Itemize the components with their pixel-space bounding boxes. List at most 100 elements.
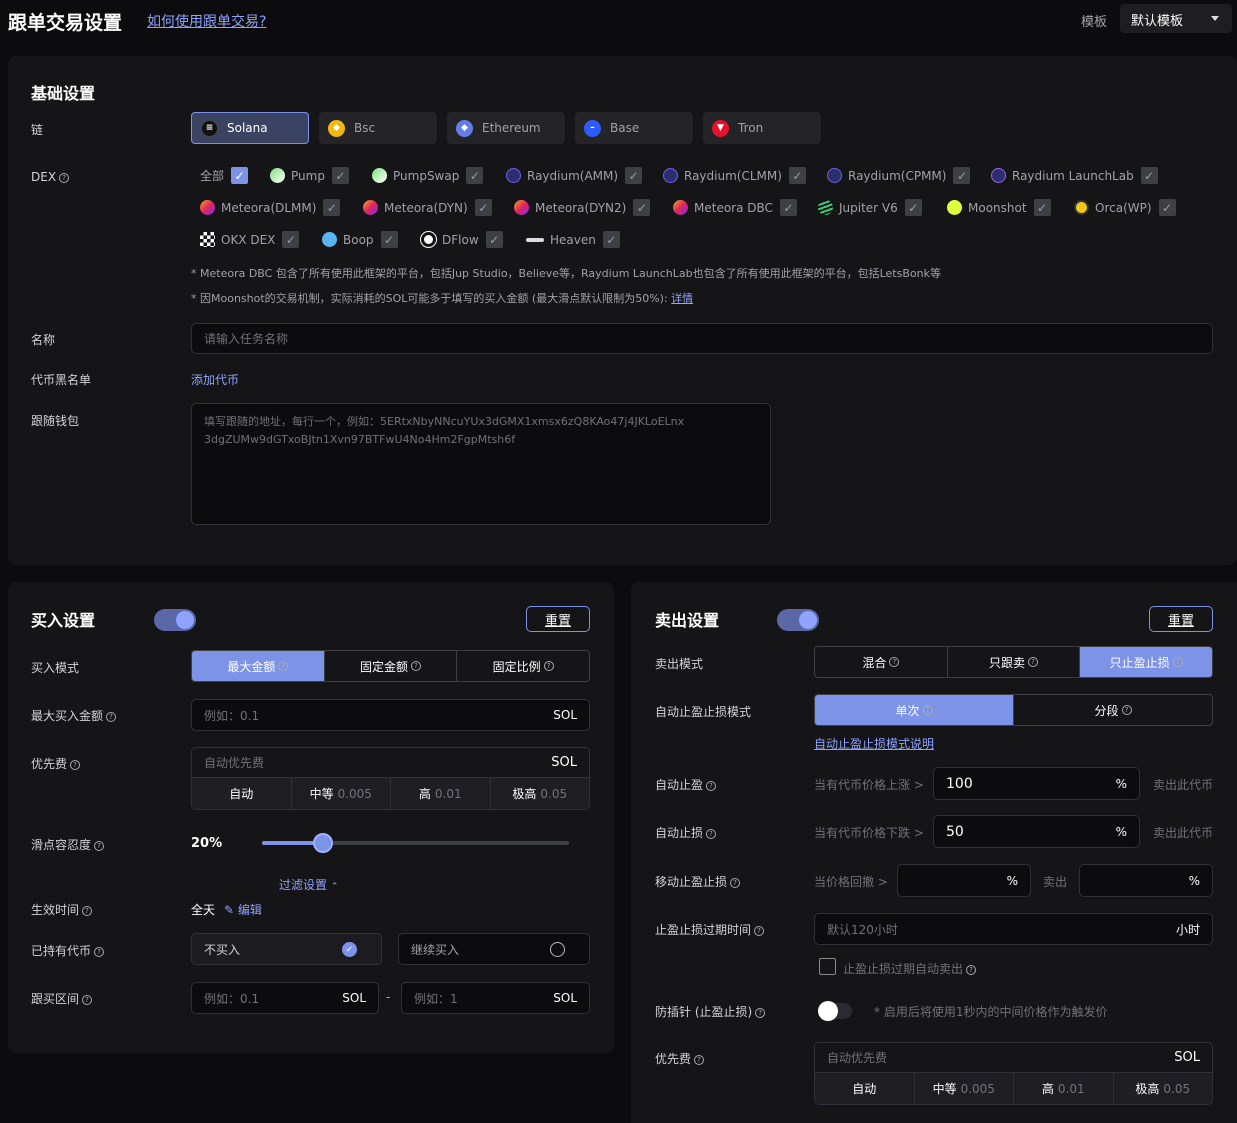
buy-reset-button[interactable]: 重置	[526, 606, 590, 632]
checkbox-icon[interactable]: ✓	[485, 231, 503, 248]
pumpswap-icon	[372, 168, 387, 183]
expire-auto-sell-checkbox[interactable]	[819, 958, 836, 975]
priority-medium[interactable]: 中等 0.005	[292, 778, 391, 809]
range-min-input[interactable]: 例如：0.1 SOL	[191, 982, 379, 1014]
edit-time-link[interactable]: ✎ 编辑	[224, 901, 262, 918]
slippage-slider[interactable]	[262, 833, 569, 853]
dex-item[interactable]: Pump ✓	[270, 167, 349, 184]
filter-settings-toggle[interactable]: 过滤设置 ⌃	[279, 876, 338, 893]
chain-base[interactable]: – Base	[575, 112, 693, 144]
held-option-continue[interactable]: 继续买入	[398, 933, 590, 965]
priority-ultra[interactable]: 极高 0.05	[491, 778, 590, 809]
dex-item[interactable]: Raydium(AMM) ✓	[506, 167, 643, 184]
priority-ultra[interactable]: 极高 0.05	[1114, 1073, 1213, 1104]
dex-item[interactable]: Jupiter V6 ✓	[818, 199, 922, 216]
tpsl-help-link[interactable]: 自动止盈止损模式说明	[814, 735, 934, 752]
chain-tron[interactable]: ▼ Tron	[703, 112, 821, 144]
checkbox-icon[interactable]: ✓	[633, 199, 651, 216]
details-link[interactable]: 详情	[671, 292, 693, 305]
checkbox-icon[interactable]: ✓	[331, 167, 349, 184]
trailing-sell-input[interactable]: %	[1079, 864, 1213, 897]
checkbox-icon[interactable]: ✓	[474, 199, 492, 216]
dex-item[interactable]: DFlow ✓	[420, 231, 503, 248]
checkbox-icon[interactable]: ✓	[380, 231, 398, 248]
dex-item[interactable]: Raydium(CPMM) ✓	[827, 167, 971, 184]
checkbox-icon[interactable]: ✓	[323, 199, 341, 216]
anti-pin-toggle[interactable]	[818, 1001, 852, 1021]
max-buy-input[interactable]: 例如：0.1 SOL	[191, 699, 590, 731]
dex-item[interactable]: Meteora(DYN2) ✓	[514, 199, 651, 216]
dex-item[interactable]: Raydium LaunchLab ✓	[991, 167, 1158, 184]
tpsl-mode-staged[interactable]: 分段?	[1014, 695, 1212, 725]
dex-item[interactable]: Moonshot ✓	[947, 199, 1051, 216]
chain-name: Solana	[227, 121, 268, 135]
help-icon: ?	[82, 994, 93, 1005]
dex-item[interactable]: Raydium(CLMM) ✓	[663, 167, 806, 184]
dex-name: Raydium(CPMM)	[848, 168, 947, 183]
buy-mode-ratio[interactable]: 固定比例?	[457, 651, 589, 681]
checkbox-icon[interactable]: ✓	[788, 167, 806, 184]
priority-high[interactable]: 高 0.01	[1014, 1073, 1114, 1104]
dex-item[interactable]: Heaven ✓	[526, 231, 620, 248]
template-select[interactable]: 默认模板	[1120, 4, 1232, 33]
dex-item[interactable]: Meteora(DYN) ✓	[363, 199, 492, 216]
checkbox-icon[interactable]: ✓	[625, 167, 643, 184]
buy-priority-input[interactable]: 自动优先费 SOL	[192, 748, 589, 778]
chain-ethereum[interactable]: ◆ Ethereum	[447, 112, 565, 144]
heaven-icon	[526, 237, 544, 242]
dex-item[interactable]: OKX DEX ✓	[200, 231, 300, 248]
sell-priority-input[interactable]: 自动优先费 SOL	[815, 1043, 1212, 1073]
blacklist-label: 代币黑名单	[31, 373, 92, 387]
sell-mode-tpsl[interactable]: 只止盈止损?	[1080, 647, 1212, 677]
task-name-input[interactable]: 请输入任务名称	[191, 323, 1213, 354]
slider-handle[interactable]	[313, 833, 333, 853]
held-option-nobuy[interactable]: 不买入 ✓	[191, 933, 382, 965]
checkbox-icon[interactable]: ✓	[779, 199, 797, 216]
priority-high[interactable]: 高 0.01	[391, 778, 491, 809]
dex-item[interactable]: PumpSwap ✓	[372, 167, 484, 184]
buy-mode-max[interactable]: 最大金额?	[192, 651, 325, 681]
dex-item[interactable]: Meteora(DLMM) ✓	[200, 199, 341, 216]
dex-name: Meteora DBC	[694, 200, 773, 215]
checkbox-icon[interactable]: ✓	[602, 231, 620, 248]
checkbox-icon[interactable]: ✓	[466, 167, 484, 184]
dex-item[interactable]: Meteora DBC ✓	[673, 199, 797, 216]
chain-name: Bsc	[354, 121, 376, 135]
checkbox-icon[interactable]: ✓	[1158, 199, 1176, 216]
dex-item[interactable]: Orca(WP) ✓	[1074, 199, 1176, 216]
checkbox-icon[interactable]: ✓	[904, 199, 922, 216]
buy-priority-label: 优先费?	[31, 755, 81, 772]
add-token-link[interactable]: 添加代币	[191, 371, 239, 388]
stop-loss-input[interactable]: 50%	[933, 815, 1140, 848]
chain-solana[interactable]: ≡ Solana	[191, 112, 309, 144]
checkbox-icon[interactable]: ✓	[953, 167, 971, 184]
buy-toggle[interactable]	[154, 609, 196, 631]
buy-mode-fixed[interactable]: 固定金额?	[325, 651, 458, 681]
dex-all[interactable]: 全部 ✓	[200, 167, 249, 184]
expire-input[interactable]: 默认120小时 小时	[814, 913, 1213, 945]
checkbox-icon[interactable]: ✓	[1033, 199, 1051, 216]
bsc-icon: ◆	[328, 119, 345, 137]
priority-auto[interactable]: 自动	[192, 778, 292, 809]
checkbox-icon[interactable]: ✓	[1140, 167, 1158, 184]
toggle-knob	[818, 1001, 838, 1021]
priority-medium[interactable]: 中等 0.005	[915, 1073, 1014, 1104]
raydium-icon	[827, 168, 842, 183]
sell-toggle[interactable]	[777, 609, 819, 631]
anti-pin-label: 防插针 (止盈止损)?	[655, 1003, 766, 1020]
chain-bsc[interactable]: ◆ Bsc	[319, 112, 437, 144]
sell-mode-follow[interactable]: 只跟卖?	[948, 647, 1081, 677]
checkbox-icon[interactable]: ✓	[282, 231, 300, 248]
range-max-input[interactable]: 例如：1 SOL	[401, 982, 590, 1014]
checkbox-checked-icon[interactable]: ✓	[231, 167, 249, 184]
howto-link[interactable]: 如何使用跟单交易?	[147, 11, 266, 31]
priority-auto[interactable]: 自动	[815, 1073, 915, 1104]
sell-mode-mixed[interactable]: 混合?	[815, 647, 948, 677]
edit-icon: ✎	[224, 903, 235, 917]
dex-item[interactable]: Boop ✓	[322, 231, 398, 248]
tpsl-mode-single[interactable]: 单次?	[815, 695, 1014, 725]
trailing-drawdown-input[interactable]: %	[897, 864, 1031, 897]
sell-reset-button[interactable]: 重置	[1149, 606, 1213, 632]
take-profit-input[interactable]: 100%	[933, 767, 1140, 800]
wallet-textarea[interactable]: 填写跟随的地址，每行一个，例如：5ERtxNbyNNcuYUx3dGMX1xms…	[191, 403, 771, 525]
